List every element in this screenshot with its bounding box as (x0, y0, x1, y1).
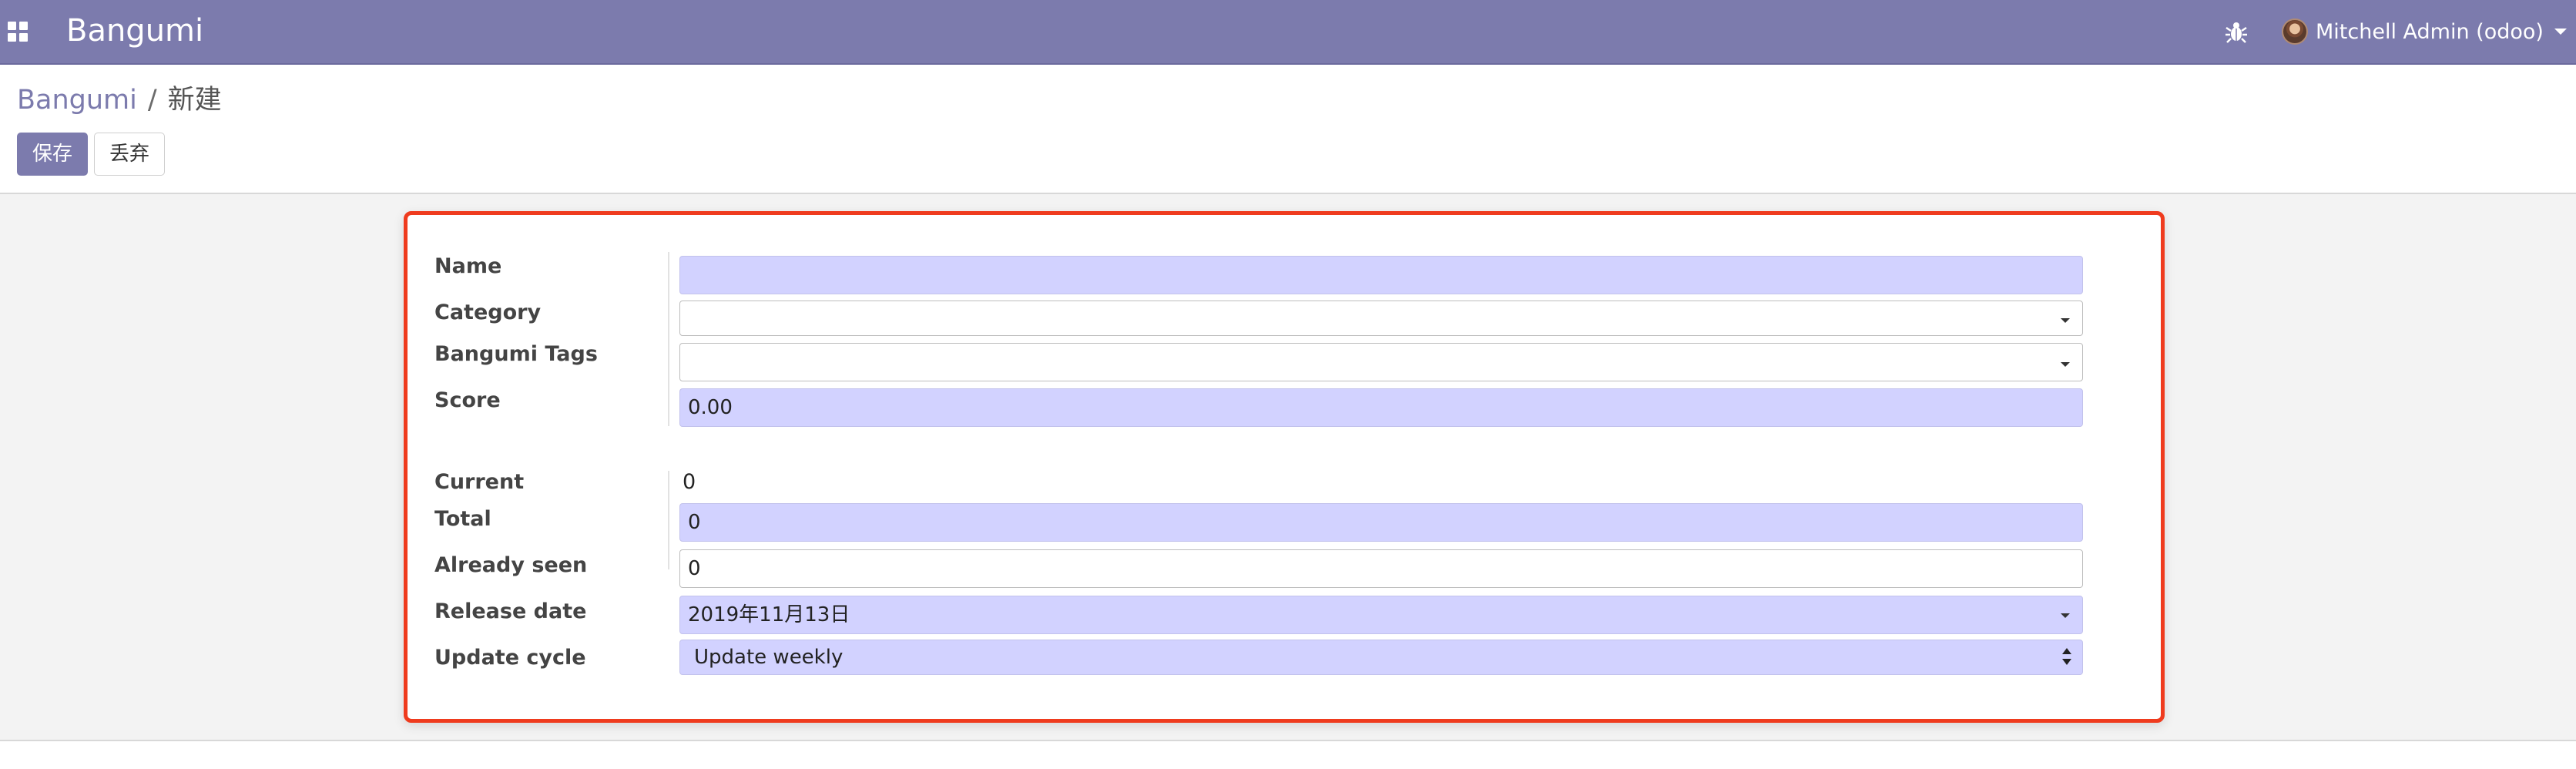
avatar (2282, 18, 2308, 45)
update-cycle-select[interactable]: Update weekly (679, 640, 2083, 675)
total-input[interactable]: 0 (679, 503, 2083, 542)
caret-down-icon (2554, 29, 2567, 35)
app-brand[interactable]: Bangumi (66, 11, 203, 51)
group-divider (668, 471, 669, 569)
discard-button[interactable]: 丢弃 (94, 133, 165, 176)
score-input[interactable]: 0.00 (679, 388, 2083, 427)
bug-icon[interactable] (2225, 18, 2248, 45)
label-score: Score (434, 388, 501, 412)
name-input[interactable] (679, 256, 2083, 294)
label-category: Category (434, 301, 542, 324)
release-date-value: 2019年11月13日 (688, 603, 850, 626)
breadcrumb-current: 新建 (167, 85, 222, 116)
label-current: Current (434, 470, 525, 494)
label-total: Total (434, 507, 491, 531)
label-name: Name (434, 254, 502, 278)
breadcrumb-separator: / (147, 85, 157, 116)
current-value: 0 (683, 470, 696, 494)
control-panel: Bangumi / 新建 保存 丢弃 (0, 65, 2576, 194)
release-date-input[interactable]: 2019年11月13日 (679, 596, 2083, 634)
label-release-date: Release date (434, 599, 587, 623)
select-arrows-icon (2062, 648, 2071, 667)
breadcrumb: Bangumi / 新建 (17, 82, 222, 119)
chevron-down-icon[interactable] (2061, 362, 2070, 367)
breadcrumb-parent-link[interactable]: Bangumi (17, 85, 137, 116)
label-already-seen: Already seen (434, 553, 588, 577)
already-seen-input[interactable]: 0 (679, 549, 2083, 588)
top-navbar: Bangumi Mitchell Admin (odoo) (0, 0, 2576, 65)
form-content-area: Name Category Bangumi Tags Score 0.00 Cu… (0, 194, 2576, 741)
user-name: Mitchell Admin (odoo) (2316, 19, 2544, 44)
form-sheet: Name Category Bangumi Tags Score 0.00 Cu… (404, 211, 2165, 723)
category-select[interactable] (679, 301, 2083, 336)
update-cycle-value: Update weekly (694, 646, 844, 669)
label-update-cycle: Update cycle (434, 646, 586, 670)
chevron-down-icon[interactable] (2061, 318, 2070, 323)
apps-grid-icon[interactable] (8, 22, 28, 42)
group-divider (668, 252, 669, 426)
label-bangumi-tags: Bangumi Tags (434, 342, 598, 366)
user-menu[interactable]: Mitchell Admin (odoo) (2282, 14, 2567, 49)
bangumi-tags-select[interactable] (679, 343, 2083, 381)
save-button[interactable]: 保存 (17, 133, 88, 176)
chevron-down-icon[interactable] (2061, 613, 2070, 618)
